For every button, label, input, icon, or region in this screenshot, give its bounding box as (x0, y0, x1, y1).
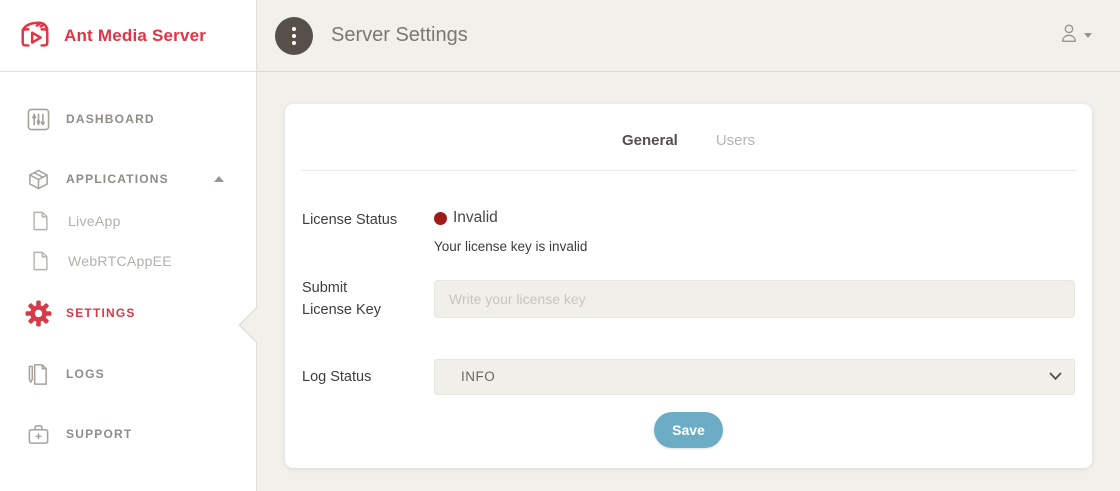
support-kit-icon (24, 423, 52, 446)
settings-card: General Users License Status Invalid You… (285, 104, 1092, 468)
page-title: Server Settings (331, 24, 468, 47)
log-status-value: INFO (461, 369, 495, 384)
tabs-divider (301, 170, 1076, 171)
sidebar-item-logs[interactable]: LOGS (0, 355, 256, 393)
sidebar-item-settings[interactable]: SETTINGS (0, 294, 256, 332)
sidebar-item-webrtcappee[interactable]: WebRTCAppEE (0, 244, 256, 278)
user-menu[interactable] (1058, 22, 1092, 49)
gear-icon (24, 300, 52, 327)
tab-general[interactable]: General (622, 132, 678, 149)
file-icon (26, 251, 54, 271)
sidebar-item-label: LiveApp (68, 213, 121, 229)
server-settings-form: License Status Invalid Your license key … (285, 209, 1092, 448)
sidebar-item-support[interactable]: SUPPORT (0, 415, 256, 453)
brand-name: Ant Media Server (64, 26, 206, 46)
sidebar-item-label: SUPPORT (66, 427, 132, 441)
log-status-label: Log Status (302, 366, 434, 388)
license-key-input[interactable] (434, 280, 1075, 318)
kebab-dot (292, 41, 296, 45)
main-area: Server Settings General Users License St… (257, 0, 1120, 491)
sidebar-item-label: APPLICATIONS (66, 172, 169, 186)
license-status-row: License Status Invalid Your license key … (302, 209, 1075, 254)
user-icon (1058, 22, 1080, 49)
save-button[interactable]: Save (654, 412, 723, 448)
sidebar: Ant Media Server DASHBOARD (0, 0, 257, 491)
ant-media-logo-icon (14, 16, 56, 56)
sidebar-item-label: WebRTCAppEE (68, 253, 172, 269)
tab-users[interactable]: Users (716, 132, 755, 149)
package-icon (24, 168, 52, 191)
license-key-row: Submit License Key (302, 277, 1075, 322)
file-icon (26, 211, 54, 231)
top-bar: Server Settings (257, 0, 1120, 72)
license-status-label: License Status (302, 209, 434, 231)
kebab-dot (292, 34, 296, 38)
kebab-menu-button[interactable] (275, 17, 313, 55)
license-status-line: Invalid (434, 209, 1075, 227)
content-area: General Users License Status Invalid You… (257, 72, 1120, 491)
chevron-down-icon (1084, 33, 1092, 38)
status-dot-icon (434, 212, 447, 225)
sidebar-item-applications[interactable]: APPLICATIONS (0, 160, 256, 198)
sidebar-item-label: DASHBOARD (66, 112, 155, 126)
sliders-icon (24, 108, 52, 131)
brand-logo[interactable]: Ant Media Server (0, 0, 256, 72)
kebab-dot (292, 27, 296, 31)
save-row: Save (302, 412, 1075, 448)
sidebar-item-label: LOGS (66, 367, 105, 381)
chevron-down-icon (1049, 368, 1062, 386)
sidebar-item-label: SETTINGS (66, 306, 136, 320)
log-status-row: Log Status INFO (302, 359, 1075, 395)
log-file-icon (24, 363, 52, 386)
log-status-select[interactable]: INFO (434, 359, 1075, 395)
sidebar-nav: DASHBOARD APPLICATIONS LiveAp (0, 72, 256, 453)
license-status-description: Your license key is invalid (434, 239, 1075, 254)
sidebar-item-liveapp[interactable]: LiveApp (0, 204, 256, 238)
license-key-label: Submit License Key (302, 277, 434, 322)
collapse-caret-icon (214, 176, 224, 182)
license-status-value: Invalid (453, 209, 498, 227)
settings-tabs: General Users (285, 104, 1092, 149)
sidebar-item-dashboard[interactable]: DASHBOARD (0, 100, 256, 138)
